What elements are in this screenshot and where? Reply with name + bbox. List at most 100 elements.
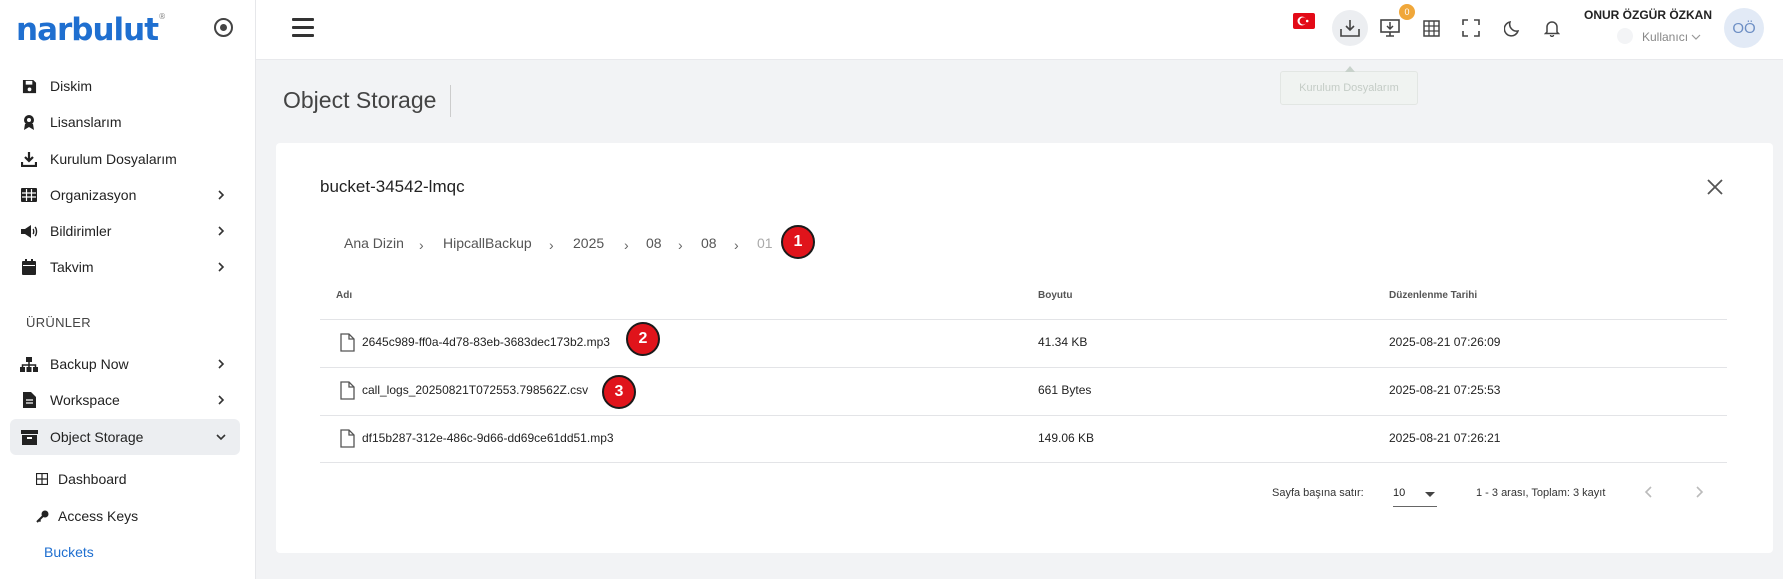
sidebar-item-bildirimler[interactable]: Bildirimler xyxy=(10,213,240,249)
sidebar-item-kurulum-dosyalarim[interactable]: Kurulum Dosyalarım xyxy=(10,141,240,177)
file-size: 149.06 KB xyxy=(1038,431,1095,445)
megaphone-icon xyxy=(20,222,38,240)
bucket-card: bucket-34542-lmqc Ana Dizin › HipcallBac… xyxy=(276,143,1773,553)
breadcrumb-item[interactable]: HipcallBackup xyxy=(443,235,532,251)
turkish-flag-icon[interactable] xyxy=(1293,13,1315,29)
sidebar-item-label: Kurulum Dosyalarım xyxy=(50,151,177,167)
sidebar-item-object-storage[interactable]: Object Storage xyxy=(10,419,240,455)
table-row[interactable]: call_logs_20250821T072553.798562Z.csv 66… xyxy=(320,367,1727,415)
file-modified: 2025-08-21 07:26:21 xyxy=(1389,431,1501,445)
sidebar-item-backup-now[interactable]: Backup Now xyxy=(10,346,240,382)
sidebar-item-label: Workspace xyxy=(50,392,120,408)
table-row[interactable]: 2645c989-ff0a-4d78-83eb-3683dec173b2.mp3… xyxy=(320,319,1727,367)
breadcrumb-separator-icon: › xyxy=(734,237,739,253)
user-name[interactable]: ONUR ÖZGÜR ÖZKAN xyxy=(1584,8,1712,22)
table-icon xyxy=(20,186,38,204)
column-header-name[interactable]: Adı xyxy=(336,290,352,301)
dropdown-arrow-icon xyxy=(1425,492,1435,497)
bucket-name: bucket-34542-lmqc xyxy=(320,177,465,196)
calendar-grid-icon[interactable] xyxy=(1413,10,1449,46)
breadcrumb-separator-icon: › xyxy=(419,237,424,253)
next-page-button[interactable] xyxy=(1687,480,1711,504)
sidebar-item-takvim[interactable]: Takvim xyxy=(10,249,240,285)
chevron-right-icon xyxy=(1696,486,1704,498)
document-icon xyxy=(20,391,38,409)
sidebar-item-workspace[interactable]: Workspace xyxy=(10,382,240,418)
page-title: Object Storage xyxy=(283,87,437,113)
avatar[interactable]: OÖ xyxy=(1724,8,1764,48)
key-icon xyxy=(36,509,50,523)
menu-toggle-icon[interactable] xyxy=(292,18,314,38)
file-icon xyxy=(340,381,355,400)
sidebar-subitem-dashboard[interactable]: Dashboard xyxy=(36,466,127,492)
brand-name: narbulut xyxy=(16,12,159,48)
target-icon[interactable] xyxy=(214,18,233,37)
annotation-marker: 1 xyxy=(781,225,815,259)
rows-per-page-value: 10 xyxy=(1393,487,1406,499)
grid-icon xyxy=(36,472,50,486)
section-title-products: ÜRÜNLER xyxy=(26,315,91,330)
chevron-right-icon xyxy=(218,262,225,272)
chevron-right-icon xyxy=(218,226,225,236)
user-role-dropdown[interactable]: Kullanıcı xyxy=(1642,30,1701,44)
file-name[interactable]: df15b287-312e-486c-9d66-dd69ce61dd51.mp3 xyxy=(362,431,614,445)
sidebar-subitem-access-keys[interactable]: Access Keys xyxy=(36,503,138,529)
annotation-marker: 2 xyxy=(626,322,660,356)
sidebar-subitem-buckets[interactable]: Buckets xyxy=(44,539,94,565)
chevron-right-icon xyxy=(218,395,225,405)
chevron-left-icon xyxy=(1644,486,1652,498)
sidebar-item-label: Bildirimler xyxy=(50,223,112,239)
notification-bell-icon[interactable] xyxy=(1534,10,1570,46)
sidebar-item-label: Diskim xyxy=(50,78,92,94)
file-size: 41.34 KB xyxy=(1038,335,1088,349)
calendar-icon xyxy=(20,258,38,276)
award-icon xyxy=(20,113,38,131)
previous-page-button[interactable] xyxy=(1637,480,1661,504)
rows-per-page-select[interactable]: 10 xyxy=(1393,479,1437,507)
save-icon xyxy=(20,77,38,95)
sidebar-item-diskim[interactable]: Diskim xyxy=(10,68,240,104)
breadcrumb-item[interactable]: Ana Dizin xyxy=(344,235,404,251)
rows-per-page-label: Sayfa başına satır: xyxy=(1272,487,1364,499)
annotation-marker: 3 xyxy=(602,375,636,409)
sidebar-item-lisanslarim[interactable]: Lisanslarım xyxy=(10,104,240,140)
tooltip-kurulum-dosyalarim: Kurulum Dosyalarım xyxy=(1280,66,1418,105)
breadcrumb-current: 01 xyxy=(757,235,773,251)
download-icon xyxy=(20,150,38,168)
table-row[interactable]: df15b287-312e-486c-9d66-dd69ce61dd51.mp3… xyxy=(320,415,1727,463)
breadcrumb-separator-icon: › xyxy=(624,237,629,253)
sidebar-item-label: Organizasyon xyxy=(50,187,137,203)
user-status-dot xyxy=(1617,28,1633,44)
archive-icon xyxy=(20,428,38,446)
breadcrumb-separator-icon: › xyxy=(678,237,683,253)
top-bar: 0 ONUR ÖZGÜR ÖZKAN Kullanıcı OÖ xyxy=(256,0,1783,60)
column-header-modified[interactable]: Düzenlenme Tarihi xyxy=(1389,290,1477,301)
sitemap-icon xyxy=(20,355,38,373)
file-name[interactable]: 2645c989-ff0a-4d78-83eb-3683dec173b2.mp3 xyxy=(362,335,610,349)
breadcrumb-item[interactable]: 08 xyxy=(646,235,662,251)
file-icon xyxy=(340,333,355,352)
breadcrumb-item[interactable]: 2025 xyxy=(573,235,604,251)
sidebar: narbulut® Diskim Lisanslarım Kurulum Dos… xyxy=(0,0,256,579)
file-icon xyxy=(340,429,355,448)
download-tray-icon[interactable] xyxy=(1332,10,1368,46)
sidebar-subitem-label: Dashboard xyxy=(58,471,127,487)
breadcrumb-item[interactable]: 08 xyxy=(701,235,717,251)
sidebar-item-organizasyon[interactable]: Organizasyon xyxy=(10,177,240,213)
breadcrumb-separator-icon: › xyxy=(549,237,554,253)
file-name[interactable]: call_logs_20250821T072553.798562Z.csv xyxy=(362,383,588,397)
file-size: 661 Bytes xyxy=(1038,383,1092,397)
fullscreen-icon[interactable] xyxy=(1453,10,1489,46)
sidebar-item-label: Lisanslarım xyxy=(50,114,122,130)
dark-mode-moon-icon[interactable] xyxy=(1494,10,1530,46)
chevron-right-icon xyxy=(218,190,225,200)
close-icon[interactable] xyxy=(1706,178,1724,196)
column-header-size[interactable]: Boyutu xyxy=(1038,290,1072,301)
brand-logo[interactable]: narbulut® xyxy=(16,12,166,48)
chevron-down-icon xyxy=(1691,34,1701,40)
trademark-symbol: ® xyxy=(158,12,166,21)
chevron-down-icon xyxy=(216,434,226,441)
sidebar-item-label: Takvim xyxy=(50,259,94,275)
sidebar-item-label: Backup Now xyxy=(50,356,129,372)
sidebar-item-label: Object Storage xyxy=(50,429,144,445)
